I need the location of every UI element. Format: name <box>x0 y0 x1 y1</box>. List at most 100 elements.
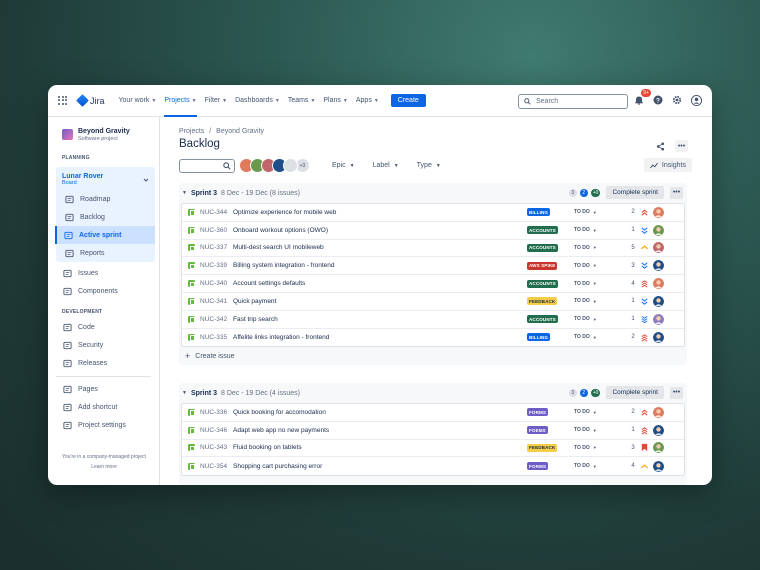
avatar[interactable] <box>283 158 298 173</box>
status-dropdown[interactable]: TO DO ▼ <box>574 263 597 269</box>
board-switcher[interactable]: Lunar Rover Board <box>56 167 155 190</box>
nav-item-plans[interactable]: Plans ▼ <box>323 85 347 117</box>
sidebar-item-add-shortcut[interactable]: Add shortcut <box>48 398 159 416</box>
filter-type-dropdown[interactable]: Type ▼ <box>417 162 441 169</box>
issue-key[interactable]: NUC-343 <box>200 444 233 451</box>
issue-key[interactable]: NUC-342 <box>200 316 233 323</box>
issue-row[interactable]: NUC-339 Billing system integration - fron… <box>182 257 684 276</box>
story-points-badge[interactable]: 1 <box>629 227 637 233</box>
sidebar-item-backlog[interactable]: Backlog <box>56 208 155 226</box>
issue-row[interactable]: NUC-340 Account settings defaults ACCOUNTS… <box>182 275 684 293</box>
story-points-badge[interactable]: 5 <box>629 245 637 251</box>
breadcrumb-projects[interactable]: Projects <box>179 128 204 135</box>
issue-key[interactable]: NUC-335 <box>200 334 233 341</box>
story-points-badge[interactable]: 3 <box>629 263 637 269</box>
issue-row[interactable]: NUC-337 Multi-dest search UI mobileweb ACC… <box>182 240 684 258</box>
epic-label[interactable]: FORMS <box>527 408 549 417</box>
epic-label[interactable]: BILLING <box>527 333 551 342</box>
search-input[interactable]: Search <box>518 94 628 109</box>
story-points-badge[interactable]: 4 <box>629 463 637 469</box>
issue-summary[interactable]: Affelite links integration - frontend <box>233 334 329 341</box>
status-dropdown[interactable]: TO DO ▼ <box>574 445 597 451</box>
sprint-header[interactable]: ▼ Sprint 38 Dec - 19 Dec (8 issues) 3 2 +0 Co… <box>179 183 687 203</box>
issue-summary[interactable]: Adapt web app no new payments <box>233 427 329 434</box>
story-points-badge[interactable]: 1 <box>629 427 637 433</box>
issue-key[interactable]: NUC-337 <box>200 244 233 251</box>
issue-summary[interactable]: Account settings defaults <box>233 280 305 287</box>
help-button[interactable]: ? <box>652 94 664 106</box>
issue-row[interactable]: NUC-354 Shopping cart purchasing error FOR… <box>182 457 684 475</box>
learn-more-link[interactable]: Learn more <box>48 464 160 470</box>
issue-row[interactable]: NUC-346 Adapt web app no new payments FOEM… <box>182 422 684 440</box>
issue-key[interactable]: NUC-344 <box>200 209 233 216</box>
epic-label[interactable]: FEEDBACK <box>527 443 558 452</box>
issue-summary[interactable]: Quick payment <box>233 298 276 305</box>
nav-item-your-work[interactable]: Your work ▼ <box>119 85 157 117</box>
sprint-more-button[interactable]: ••• <box>670 186 683 199</box>
story-points-badge[interactable]: 2 <box>629 209 637 215</box>
sidebar-item-roadmap[interactable]: Roadmap <box>56 190 155 208</box>
story-points-badge[interactable]: 3 <box>629 445 637 451</box>
assignee-avatar[interactable] <box>653 242 664 254</box>
epic-label[interactable]: FOEMS <box>527 426 548 435</box>
issue-key[interactable]: NUC-354 <box>200 463 233 470</box>
status-dropdown[interactable]: TO DO ▼ <box>574 409 597 415</box>
assignee-avatar[interactable] <box>653 424 664 436</box>
status-dropdown[interactable]: TO DO ▼ <box>574 334 597 340</box>
sidebar-item-components[interactable]: Components <box>48 282 159 300</box>
complete-sprint-button[interactable]: Complete sprint <box>606 386 664 399</box>
assignee-avatar[interactable] <box>653 224 664 236</box>
more-actions-button[interactable]: ••• <box>675 140 688 152</box>
insights-button[interactable]: Insights <box>643 158 692 172</box>
issue-key[interactable]: NUC-336 <box>200 409 233 416</box>
issue-row[interactable]: NUC-335 Affelite links integration - fron… <box>182 329 684 347</box>
issue-row[interactable]: NUC-336 Quick booking for accomodation FOR… <box>182 404 684 422</box>
sidebar-item-code[interactable]: Code <box>48 318 159 336</box>
sidebar-item-releases[interactable]: Releases <box>48 354 159 372</box>
breadcrumb-project[interactable]: Beyond Gravity <box>216 128 264 135</box>
app-switcher-icon[interactable] <box>58 95 68 106</box>
story-points-badge[interactable]: 2 <box>629 409 637 415</box>
status-dropdown[interactable]: TO DO ▼ <box>574 463 597 469</box>
assignee-avatar[interactable] <box>653 313 664 325</box>
issue-key[interactable]: NUC-360 <box>200 227 233 234</box>
sidebar-item-issues[interactable]: Issues <box>48 264 159 282</box>
issue-key[interactable]: NUC-339 <box>200 262 233 269</box>
nav-item-dashboards[interactable]: Dashboards ▼ <box>235 85 280 117</box>
backlog-search-input[interactable] <box>179 158 235 173</box>
epic-label[interactable]: ACCOUNTS <box>527 226 558 235</box>
share-icon[interactable] <box>656 141 665 151</box>
issue-summary[interactable]: Billing system integration - frontend <box>233 262 335 269</box>
issue-summary[interactable]: Quick booking for accomodation <box>233 409 326 416</box>
complete-sprint-button[interactable]: Complete sprint <box>606 186 664 199</box>
nav-item-filter[interactable]: Filter ▼ <box>205 85 228 117</box>
story-points-badge[interactable]: 1 <box>629 298 637 304</box>
create-issue-button[interactable]: + Create issue <box>179 347 687 365</box>
status-dropdown[interactable]: TO DO ▼ <box>574 209 597 215</box>
filter-label-dropdown[interactable]: Label ▼ <box>373 162 399 169</box>
epic-label[interactable]: FORMS <box>527 462 549 471</box>
filter-epic-dropdown[interactable]: Epic ▼ <box>332 162 355 169</box>
issue-key[interactable]: NUC-341 <box>200 298 233 305</box>
issue-summary[interactable]: Shopping cart purchasing error <box>233 463 322 470</box>
nav-item-apps[interactable]: Apps ▼ <box>356 85 379 117</box>
notifications-button[interactable]: 9+ <box>633 89 651 106</box>
status-dropdown[interactable]: TO DO ▼ <box>574 227 597 233</box>
issue-row[interactable]: NUC-360 Onboard workout options (OWO) ACCO… <box>182 222 684 240</box>
issue-row[interactable]: NUC-341 Quick payment FEEDBACK TO DO ▼ 1 <box>182 293 684 311</box>
issue-row[interactable]: NUC-344 Optimize experience for mobile we… <box>182 204 684 222</box>
sidebar-item-pages[interactable]: Pages <box>48 380 159 398</box>
epic-label[interactable]: ACCOUNTS <box>527 243 558 252</box>
epic-label[interactable]: FEEDBACK <box>527 297 558 306</box>
issue-summary[interactable]: Onboard workout options (OWO) <box>233 227 328 234</box>
create-button[interactable]: Create <box>390 94 426 107</box>
project-header[interactable]: Beyond Gravity Software project <box>48 117 159 142</box>
issue-key[interactable]: NUC-340 <box>200 280 233 287</box>
status-dropdown[interactable]: TO DO ▼ <box>574 298 597 304</box>
story-points-badge[interactable]: 2 <box>629 334 637 340</box>
profile-button[interactable] <box>690 94 702 106</box>
assignee-avatar[interactable] <box>653 295 664 307</box>
sprint-header[interactable]: ▼ Sprint 38 Dec - 19 Dec (4 issues) 3 2 +0 Co… <box>179 383 687 403</box>
status-dropdown[interactable]: TO DO ▼ <box>574 281 597 287</box>
sidebar-item-active-sprint[interactable]: Active sprint <box>55 226 155 244</box>
